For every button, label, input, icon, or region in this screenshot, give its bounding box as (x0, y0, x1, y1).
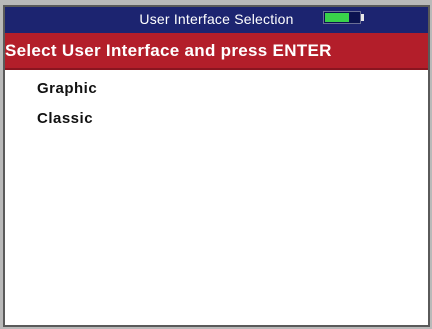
instruction-text: Select User Interface and press ENTER (5, 41, 332, 60)
title-bar: User Interface Selection (5, 7, 428, 33)
battery-body (323, 11, 361, 24)
screen: User Interface Selection Select User Int… (3, 5, 430, 327)
menu-item-graphic[interactable]: Graphic (37, 80, 97, 97)
battery-tip (361, 14, 364, 21)
battery-icon (323, 11, 367, 24)
battery-level-fill (325, 13, 349, 22)
instruction-bar: Select User Interface and press ENTER (5, 33, 428, 70)
device-bezel: User Interface Selection Select User Int… (0, 0, 432, 329)
menu-item-classic[interactable]: Classic (37, 110, 93, 127)
